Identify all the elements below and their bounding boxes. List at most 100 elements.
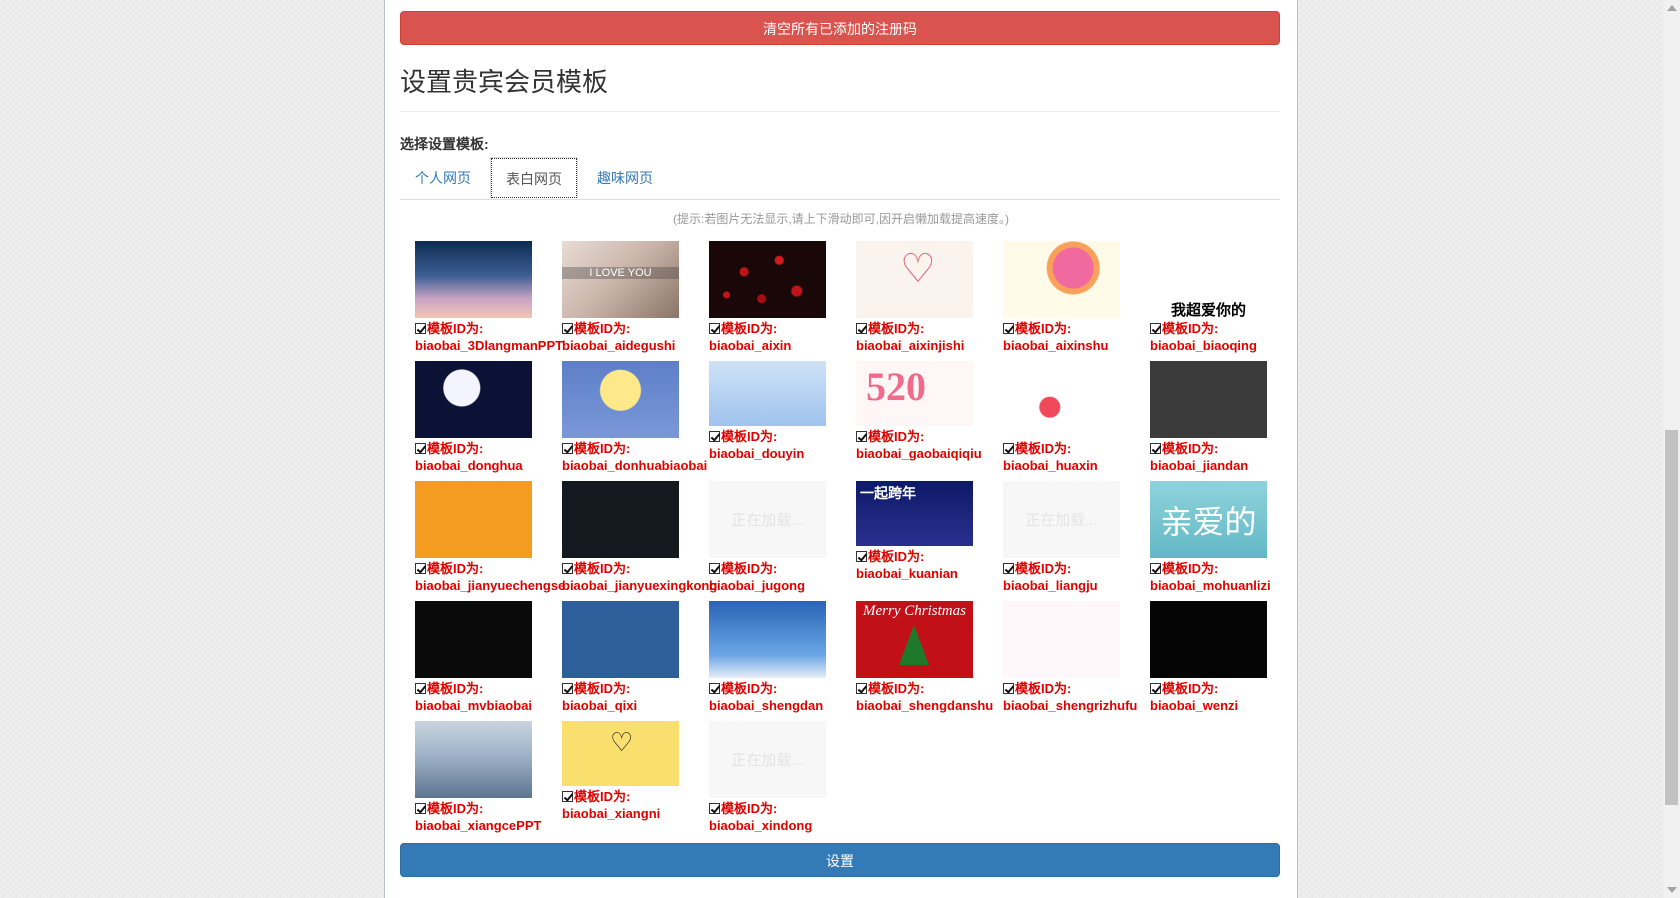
template-checkbox[interactable]: [562, 323, 573, 334]
template-thumbnail[interactable]: [1003, 361, 1120, 438]
template-card[interactable]: 模板ID为: biaobai_huaxin: [1003, 361, 1150, 481]
template-checkbox[interactable]: [562, 683, 573, 694]
template-card[interactable]: 正在加载... 模板ID为: biaobai_jugong: [709, 481, 856, 601]
template-thumbnail[interactable]: [709, 361, 826, 426]
template-card[interactable]: 模板ID为: biaobai_donhuabiaobai: [562, 361, 709, 481]
template-thumbnail[interactable]: [1150, 361, 1267, 438]
template-thumbnail[interactable]: 正在加载...: [1003, 481, 1120, 558]
template-card[interactable]: 模板ID为: biaobai_jianyuechengse: [415, 481, 565, 601]
template-checkbox[interactable]: [1003, 563, 1014, 574]
template-checkbox[interactable]: [415, 683, 426, 694]
template-thumbnail[interactable]: Merry Christmas: [856, 601, 973, 678]
template-card[interactable]: 模板ID为: biaobai_jiandan: [1150, 361, 1297, 481]
template-card[interactable]: 模板ID为: biaobai_3DlangmanPPT: [415, 241, 563, 361]
page-scrollbar[interactable]: [1663, 0, 1680, 898]
template-id: biaobai_gaobaiqiqiu: [856, 446, 982, 461]
template-card[interactable]: 模板ID为: biaobai_aixinshu: [1003, 241, 1150, 361]
template-thumbnail[interactable]: [1003, 601, 1120, 678]
template-checkbox[interactable]: [562, 443, 573, 454]
template-thumbnail[interactable]: 一起跨年: [856, 481, 973, 546]
template-checkbox[interactable]: [415, 323, 426, 334]
template-checkbox[interactable]: [1003, 683, 1014, 694]
tab-confession[interactable]: 表白网页: [490, 157, 578, 199]
template-card[interactable]: 正在加载... 模板ID为: biaobai_liangju: [1003, 481, 1150, 601]
template-card[interactable]: 模板ID为: biaobai_donghua: [415, 361, 562, 481]
template-card[interactable]: 模板ID为: biaobai_xiangcePPT: [415, 721, 562, 841]
template-checkbox[interactable]: [415, 563, 426, 574]
template-card[interactable]: 模板ID为: biaobai_aixin: [709, 241, 856, 361]
template-id: biaobai_liangju: [1003, 578, 1098, 593]
template-checkbox[interactable]: [415, 443, 426, 454]
template-thumbnail[interactable]: ♡: [562, 721, 679, 786]
template-card[interactable]: 模板ID为: biaobai_mvbiaobai: [415, 601, 562, 721]
template-card[interactable]: 正在加载... 模板ID为: biaobai_xindong: [709, 721, 856, 841]
template-thumbnail[interactable]: [562, 361, 679, 438]
template-checkbox[interactable]: [709, 431, 720, 442]
template-checkbox[interactable]: [856, 683, 867, 694]
template-checkbox[interactable]: [709, 803, 720, 814]
template-thumbnail[interactable]: 我超爱你的: [1150, 241, 1267, 318]
template-checkbox-row: 模板ID为:: [709, 428, 777, 445]
template-thumbnail[interactable]: 亲爱的: [1150, 481, 1267, 558]
template-checkbox[interactable]: [1150, 563, 1161, 574]
template-thumbnail[interactable]: [1003, 241, 1120, 318]
template-checkbox[interactable]: [709, 683, 720, 694]
template-card[interactable]: 模板ID为: biaobai_shengdan: [709, 601, 856, 721]
clear-codes-button[interactable]: 清空所有已添加的注册码: [400, 11, 1280, 45]
template-card[interactable]: 模板ID为: biaobai_douyin: [709, 361, 856, 481]
template-card[interactable]: ♡ 模板ID为: biaobai_aixinjishi: [856, 241, 1003, 361]
scroll-up-arrow-icon[interactable]: [1667, 5, 1677, 11]
template-card[interactable]: 模板ID为: biaobai_wenzi: [1150, 601, 1297, 721]
template-checkbox[interactable]: [856, 551, 867, 562]
template-thumbnail[interactable]: 正在加载...: [709, 721, 826, 798]
template-checkbox[interactable]: [1150, 683, 1161, 694]
template-thumbnail[interactable]: ♡: [856, 241, 973, 318]
template-card[interactable]: 520 模板ID为: biaobai_gaobaiqiqiu: [856, 361, 1003, 481]
template-checkbox[interactable]: [856, 323, 867, 334]
template-thumbnail[interactable]: [415, 361, 532, 438]
template-thumbnail[interactable]: [562, 481, 679, 558]
template-checkbox[interactable]: [415, 803, 426, 814]
template-checkbox[interactable]: [709, 563, 720, 574]
template-card[interactable]: ♡ 模板ID为: biaobai_xiangni: [562, 721, 709, 841]
template-card[interactable]: 模板ID为: biaobai_jianyuexingkong: [562, 481, 717, 601]
template-card[interactable]: Merry Christmas 模板ID为: biaobai_shengdanshu: [856, 601, 1003, 721]
thumbnail-text: I LOVE YOU: [562, 267, 679, 279]
template-thumbnail[interactable]: 520: [856, 361, 973, 426]
template-checkbox[interactable]: [1003, 443, 1014, 454]
tab-fun[interactable]: 趣味网页: [582, 157, 668, 199]
template-checkbox[interactable]: [856, 431, 867, 442]
template-card[interactable]: 模板ID为: biaobai_shengrizhufu: [1003, 601, 1150, 721]
scrollbar-thumb[interactable]: [1665, 430, 1678, 805]
template-thumbnail[interactable]: [415, 601, 532, 678]
template-checkbox[interactable]: [562, 563, 573, 574]
lazy-load-hint: (提示:若图片无法显示,请上下滑动即可,因开启懒加载提高速度。): [673, 212, 1009, 226]
template-thumbnail[interactable]: 正在加载...: [709, 481, 826, 558]
template-checkbox[interactable]: [709, 323, 720, 334]
template-checkbox-row: 模板ID为:: [709, 680, 777, 697]
template-thumbnail[interactable]: [709, 241, 826, 318]
template-id-prefix: 模板ID为:: [721, 321, 778, 336]
tab-personal[interactable]: 个人网页: [400, 157, 486, 199]
template-checkbox[interactable]: [562, 791, 573, 802]
template-thumbnail[interactable]: [415, 721, 532, 798]
template-thumbnail[interactable]: [415, 481, 532, 558]
template-thumbnail[interactable]: [415, 241, 532, 318]
submit-button[interactable]: 设置: [400, 843, 1280, 877]
template-thumbnail[interactable]: I LOVE YOU: [562, 241, 679, 318]
template-checkbox[interactable]: [1150, 323, 1161, 334]
template-checkbox[interactable]: [1150, 443, 1161, 454]
template-thumbnail[interactable]: [1150, 601, 1267, 678]
template-card[interactable]: 一起跨年 模板ID为: biaobai_kuanian: [856, 481, 1003, 601]
template-card[interactable]: 我超爱你的 模板ID为: biaobai_biaoqing: [1150, 241, 1297, 361]
template-checkbox-row: 模板ID为:: [562, 320, 630, 337]
template-checkbox[interactable]: [1003, 323, 1014, 334]
template-checkbox-row: 模板ID为:: [415, 440, 483, 457]
template-card[interactable]: I LOVE YOU 模板ID为: biaobai_aidegushi: [562, 241, 709, 361]
template-card[interactable]: 模板ID为: biaobai_qixi: [562, 601, 709, 721]
thumbnail-text: Merry Christmas: [863, 603, 966, 619]
scroll-down-arrow-icon[interactable]: [1667, 887, 1677, 893]
template-thumbnail[interactable]: [709, 601, 826, 678]
template-card[interactable]: 亲爱的 模板ID为: biaobai_mohuanlizi: [1150, 481, 1297, 601]
template-thumbnail[interactable]: [562, 601, 679, 678]
